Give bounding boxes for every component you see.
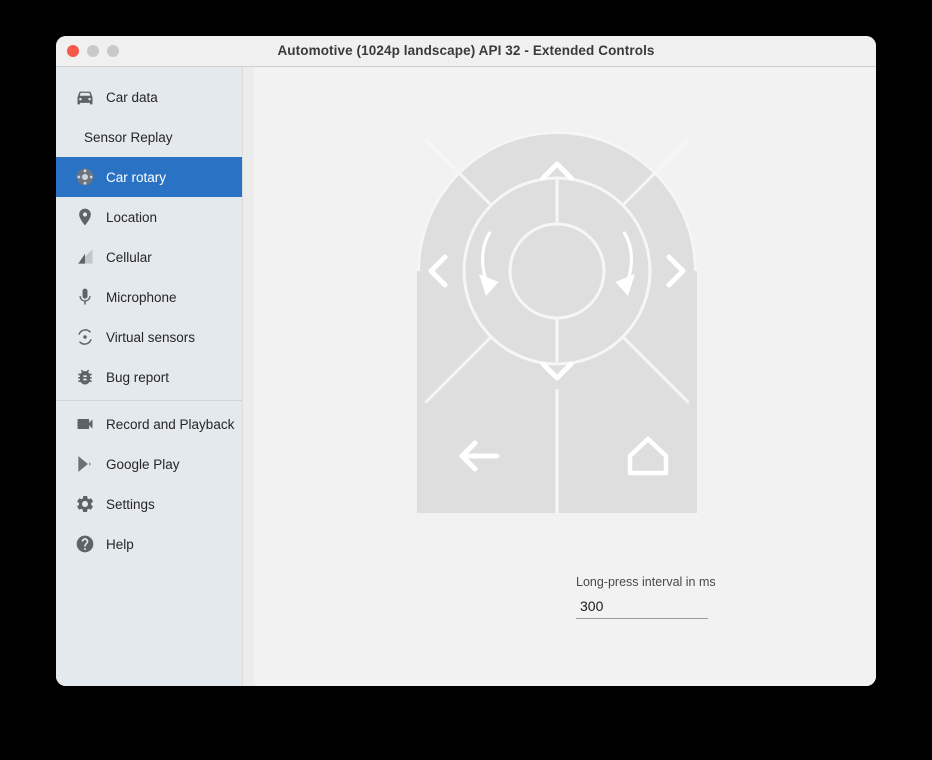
question-mark-icon <box>74 533 96 555</box>
close-button[interactable] <box>67 45 79 57</box>
sidebar-item-help[interactable]: Help <box>56 524 242 564</box>
window-title: Automotive (1024p landscape) API 32 - Ex… <box>56 36 876 66</box>
microphone-icon <box>74 286 96 308</box>
location-pin-icon <box>74 206 96 228</box>
extended-controls-window: Automotive (1024p landscape) API 32 - Ex… <box>56 36 876 686</box>
sidebar-item-label: Cellular <box>106 250 152 265</box>
window-titlebar[interactable]: Automotive (1024p landscape) API 32 - Ex… <box>56 36 876 67</box>
sidebar-item-label: Microphone <box>106 290 177 305</box>
long-press-interval-group: Long-press interval in ms <box>576 575 746 619</box>
maximize-button[interactable] <box>107 45 119 57</box>
screen-root: Automotive (1024p landscape) API 32 - Ex… <box>0 0 932 760</box>
sidebar-item-label: Settings <box>106 497 155 512</box>
sidebar-item-settings[interactable]: Settings <box>56 484 242 524</box>
video-camera-icon <box>74 413 96 435</box>
google-play-icon <box>74 453 96 475</box>
sidebar-item-google-play[interactable]: Google Play <box>56 444 242 484</box>
sidebar-item-label: Car rotary <box>106 170 166 185</box>
sidebar-item-label: Bug report <box>106 370 169 385</box>
traffic-light-group <box>56 45 119 57</box>
sidebar-item-virtual-sensors[interactable]: Virtual sensors <box>56 317 242 357</box>
car-icon <box>74 86 96 108</box>
sidebar-item-label: Record and Playback <box>106 417 234 432</box>
sidebar-item-label: Virtual sensors <box>106 330 195 345</box>
sidebar-item-car-rotary[interactable]: Car rotary <box>56 157 242 197</box>
rotation-icon <box>74 326 96 348</box>
sidebar-scrollbar[interactable] <box>242 67 254 686</box>
sidebar-item-label: Car data <box>106 90 158 105</box>
sidebar-item-label: Help <box>106 537 134 552</box>
bug-icon <box>74 366 96 388</box>
sidebar-item-microphone[interactable]: Microphone <box>56 277 242 317</box>
signal-bars-icon <box>74 246 96 268</box>
sidebar-item-label: Google Play <box>106 457 180 472</box>
sidebar-item-label: Sensor Replay <box>84 130 173 145</box>
long-press-interval-label: Long-press interval in ms <box>576 575 746 589</box>
gear-icon <box>74 493 96 515</box>
sidebar-item-car-data[interactable]: Car data <box>56 77 242 117</box>
main-content: Long-press interval in ms <box>254 67 876 686</box>
long-press-interval-input[interactable] <box>576 598 708 619</box>
sidebar-item-location[interactable]: Location <box>56 197 242 237</box>
sidebar-item-cellular[interactable]: Cellular <box>56 237 242 277</box>
sidebar-item-record-and-playback[interactable]: Record and Playback <box>56 404 242 444</box>
rotary-icon <box>74 166 96 188</box>
sidebar-divider <box>56 400 242 401</box>
car-rotary-control[interactable] <box>417 131 697 513</box>
sidebar-item-sensor-replay[interactable]: Sensor Replay <box>56 117 242 157</box>
minimize-button[interactable] <box>87 45 99 57</box>
sidebar: Car data Sensor Replay <box>56 67 242 686</box>
window-body: Car data Sensor Replay <box>56 67 876 686</box>
sidebar-item-bug-report[interactable]: Bug report <box>56 357 242 397</box>
sidebar-item-label: Location <box>106 210 157 225</box>
